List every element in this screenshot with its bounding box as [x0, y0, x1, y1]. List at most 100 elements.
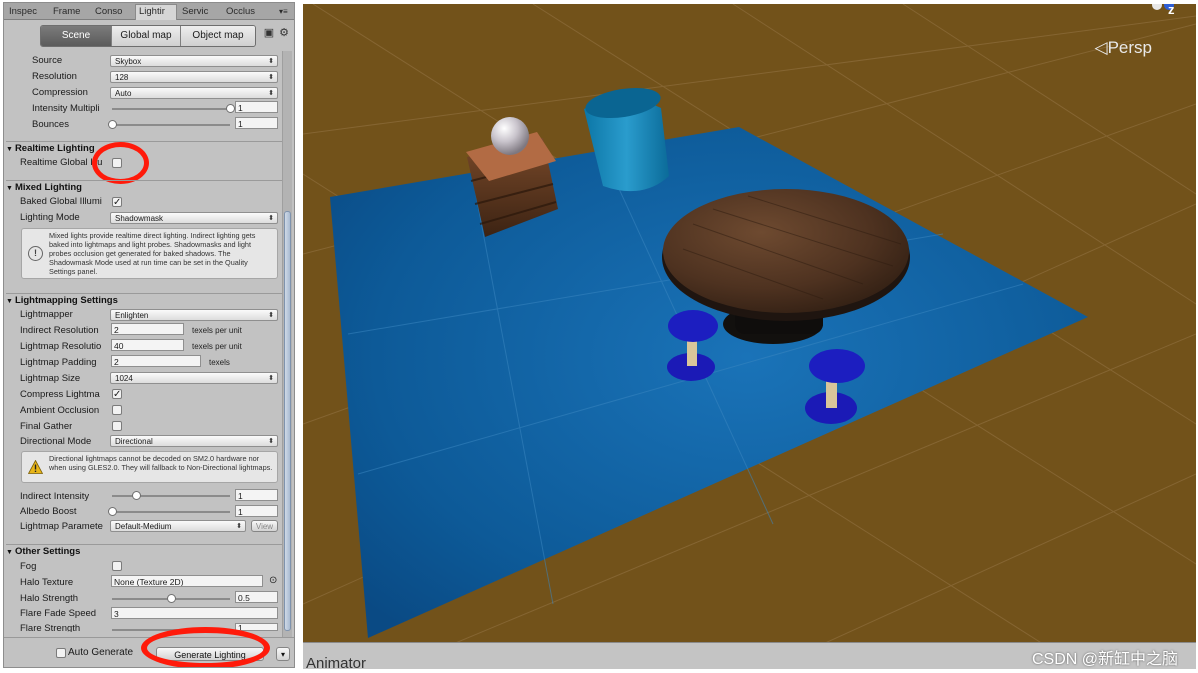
indirect-resolution-label: Indirect Resolution — [20, 325, 99, 336]
other-settings-title: Other Settings — [14, 546, 81, 557]
compress-lightmaps-label: Compress Lightma — [20, 389, 100, 400]
gizmo-z-label: z — [1168, 4, 1175, 17]
csdn-watermark: CSDN @新缸中之脑 — [1031, 651, 1178, 668]
ambient-occlusion-checkbox[interactable] — [112, 405, 122, 415]
triangle-down-icon: ▼ — [6, 298, 13, 305]
lighting-panel: Inspec Frame Conso Lightir Servic Occlus… — [3, 2, 295, 668]
tab-inspector[interactable]: Inspec — [6, 5, 52, 18]
realtime-lighting-title: Realtime Lighting — [14, 143, 95, 154]
triangle-down-icon: ▼ — [6, 185, 13, 192]
generate-options-dropdown[interactable]: ▾ — [276, 647, 290, 661]
halo-strength-slider-knob[interactable] — [167, 594, 176, 603]
subtab-object-maps[interactable]: Object map — [181, 26, 255, 46]
lighting-mode-label: Lighting Mode — [20, 212, 80, 223]
intensity-field[interactable]: 1 — [235, 101, 278, 113]
source-dropdown[interactable]: Skybox ⬍ — [110, 55, 278, 67]
bounces-field[interactable]: 1 — [235, 117, 278, 129]
indirect-intensity-field[interactable]: 1 — [235, 489, 278, 501]
lightmap-resolution-label: Lightmap Resolutio — [20, 341, 102, 352]
help-book-icon[interactable]: ▣ — [263, 27, 275, 39]
lightmap-padding-field[interactable]: 2 — [111, 355, 201, 367]
tab-lighting[interactable]: Lightir — [135, 4, 177, 20]
lighting-mode-dropdown[interactable]: Shadowmask ⬍ — [110, 212, 278, 224]
inspector-scrollbar[interactable] — [282, 51, 292, 647]
flare-fade-speed-label: Flare Fade Speed — [20, 608, 97, 619]
subtab-scene[interactable]: Scene — [41, 26, 112, 46]
lightmapper-label: Lightmapper — [20, 309, 73, 320]
lightmapping-settings-header[interactable]: ▼ Lightmapping Settings — [6, 293, 282, 307]
triangle-down-icon: ▼ — [6, 549, 13, 556]
flare-strength-label: Flare Strength — [20, 623, 81, 632]
lightmap-resolution-field[interactable]: 40 — [111, 339, 184, 351]
other-settings-header[interactable]: ▼ Other Settings — [6, 544, 282, 558]
compress-lightmaps-checkbox[interactable]: ✓ — [112, 389, 122, 400]
lightmap-size-label: Lightmap Size — [20, 373, 81, 384]
fog-label: Fog — [20, 561, 37, 572]
info-icon: ! — [28, 246, 43, 261]
bounces-slider-knob[interactable] — [108, 120, 117, 129]
red-annotation-circle — [141, 627, 270, 667]
chevron-updown-icon: ⬍ — [268, 438, 274, 445]
scene-gizmo[interactable]: z — [1152, 4, 1178, 18]
final-gather-label: Final Gather — [20, 421, 73, 432]
sphere[interactable] — [491, 117, 529, 155]
view-button[interactable]: View — [251, 520, 278, 532]
fog-checkbox[interactable] — [112, 561, 122, 571]
window-tab-bar: Inspec Frame Conso Lightir Servic Occlus… — [4, 3, 294, 20]
lightmapping-settings-title: Lightmapping Settings — [14, 295, 118, 306]
scene-viewport[interactable] — [303, 4, 1196, 644]
albedo-boost-label: Albedo Boost — [20, 506, 77, 517]
stool-seat-1[interactable] — [668, 310, 718, 342]
tab-console[interactable]: Conso — [92, 5, 136, 18]
compression-value: Auto — [115, 89, 132, 98]
lightmap-resolution-unit: texels per unit — [192, 342, 242, 351]
halo-strength-label: Halo Strength — [20, 593, 79, 604]
persp-arrow-icon: ◁ — [1094, 38, 1108, 57]
animator-tab[interactable]: Animator — [306, 655, 366, 669]
compression-dropdown[interactable]: Auto ⬍ — [110, 87, 278, 99]
directional-mode-dropdown[interactable]: Directional ⬍ — [110, 435, 278, 447]
chevron-updown-icon: ⬍ — [268, 375, 274, 382]
object-picker-icon[interactable]: ⊙ — [269, 575, 277, 586]
lighting-mode-value: Shadowmask — [115, 214, 164, 223]
lightmap-parameters-dropdown[interactable]: Default-Medium ⬍ — [110, 520, 246, 532]
auto-generate-checkbox[interactable] — [56, 648, 66, 658]
halo-texture-field[interactable]: None (Texture 2D) — [111, 575, 263, 587]
indirect-resolution-field[interactable]: 2 — [111, 323, 184, 335]
tab-services[interactable]: Servic — [179, 5, 223, 18]
final-gather-checkbox[interactable] — [112, 421, 122, 431]
indirect-intensity-slider-knob[interactable] — [131, 491, 141, 500]
halo-strength-field[interactable]: 0.5 — [235, 591, 278, 603]
albedo-boost-field[interactable]: 1 — [235, 505, 278, 517]
subtab-global-maps[interactable]: Global map — [112, 26, 181, 46]
lightmap-padding-unit: texels — [209, 358, 230, 367]
flare-fade-speed-field[interactable]: 3 — [111, 607, 278, 619]
mixed-lighting-header[interactable]: ▼ Mixed Lighting — [6, 180, 282, 194]
albedo-boost-slider[interactable] — [112, 511, 230, 513]
intensity-slider[interactable] — [112, 108, 230, 110]
tab-occlusion[interactable]: Occlus — [223, 5, 269, 18]
scene-view[interactable]: z ◁Persp Animator CSDN @新缸中之脑 — [303, 4, 1196, 669]
resolution-dropdown[interactable]: 128 ⬍ — [110, 71, 278, 83]
albedo-boost-slider-knob[interactable] — [108, 507, 117, 516]
compression-label: Compression — [32, 87, 88, 98]
baked-gi-label: Baked Global Illumi — [20, 196, 102, 207]
intensity-slider-knob[interactable] — [226, 104, 235, 113]
red-annotation-circle — [92, 142, 149, 184]
scrollbar-thumb[interactable] — [284, 211, 291, 631]
resolution-value: 128 — [115, 73, 129, 82]
lightmapper-dropdown[interactable]: Enlighten ⬍ — [110, 309, 278, 321]
directional-warning-box: Directional lightmaps cannot be decoded … — [21, 451, 278, 483]
baked-gi-checkbox[interactable]: ✓ — [112, 197, 122, 208]
gear-icon[interactable]: ⚙ — [278, 27, 290, 39]
indirect-intensity-slider[interactable] — [112, 495, 230, 497]
perspective-label[interactable]: ◁Persp — [1095, 38, 1153, 58]
indirect-intensity-label: Indirect Intensity — [20, 491, 90, 502]
tab-menu-icon[interactable]: ▾≡ — [276, 5, 294, 18]
tab-frame-debugger[interactable]: Frame — [50, 5, 92, 18]
lightmap-size-value: 1024 — [115, 374, 133, 383]
bounces-slider[interactable] — [112, 124, 230, 126]
stool-seat-2[interactable] — [809, 349, 865, 383]
lightmap-size-dropdown[interactable]: 1024 ⬍ — [110, 372, 278, 384]
lightmapper-value: Enlighten — [115, 311, 149, 320]
